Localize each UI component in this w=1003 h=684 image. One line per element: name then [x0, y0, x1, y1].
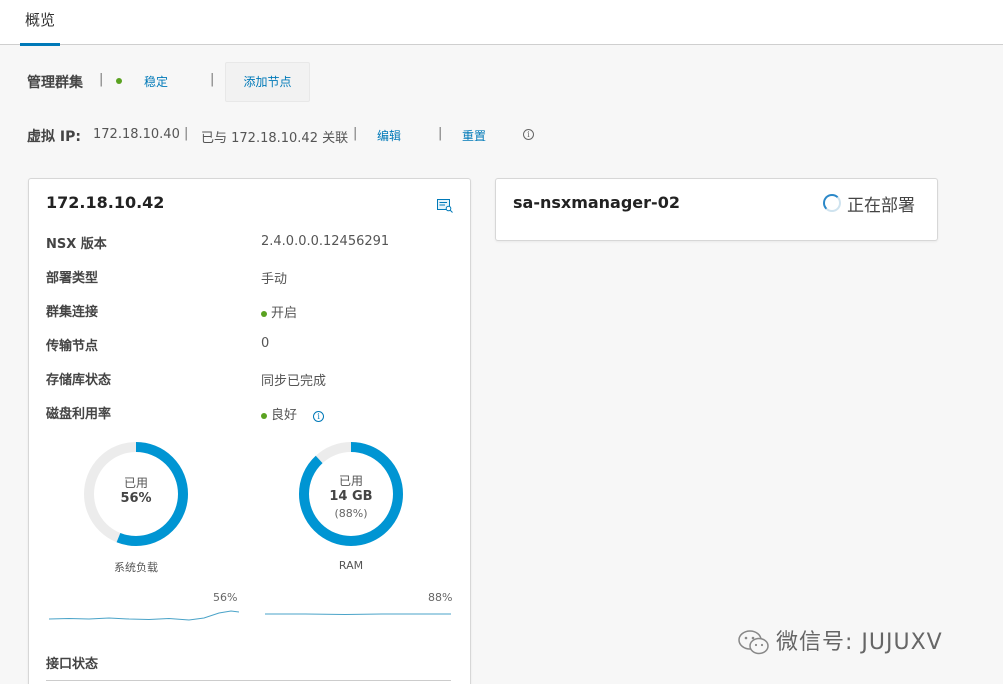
deploying-node-title: sa-nsxmanager-02	[513, 193, 680, 212]
cluster-status-link[interactable]: 稳定	[144, 73, 168, 90]
prop-label-disk-usage: 磁盘利用率	[46, 407, 112, 422]
add-node-button[interactable]: 添加节点	[225, 62, 310, 102]
edit-link[interactable]: 编辑	[377, 127, 401, 144]
prop-label-cluster-connection: 群集连接	[46, 305, 99, 320]
system-load-percent: 56%	[120, 491, 152, 506]
separator: |	[210, 72, 215, 87]
divider	[46, 680, 451, 681]
prop-value-transport-nodes: 0	[261, 336, 270, 351]
virtual-ip-label: 虚拟 IP:	[27, 129, 81, 145]
virtual-ip-value: 172.18.10.40	[93, 127, 180, 142]
system-load-caption: 系统负载	[114, 561, 158, 574]
node-card-title: 172.18.10.42	[46, 193, 165, 212]
prop-label-transport-nodes: 传输节点	[46, 339, 99, 354]
separator: |	[353, 126, 358, 141]
info-icon[interactable]: i	[523, 129, 534, 140]
wechat-icon	[738, 630, 769, 655]
status-dot-icon	[261, 310, 267, 317]
separator: |	[184, 126, 189, 141]
prop-value-deploy-type: 手动	[261, 272, 288, 287]
status-dot-icon	[116, 78, 122, 84]
separator: |	[99, 72, 104, 87]
node-details-icon[interactable]	[437, 199, 453, 213]
system-load-used-label: 已用	[123, 476, 148, 490]
node-card: 172.18.10.42 NSX 版本 2.4.0.0.0.12456291 部…	[28, 178, 471, 684]
watermark: 微信号: JUJUXV	[738, 624, 943, 657]
prop-value-cluster-connection: 开启	[261, 302, 297, 321]
status-dot-icon	[261, 412, 267, 419]
loading-spinner-icon	[823, 194, 841, 212]
tab-overview[interactable]: 概览	[20, 0, 60, 46]
prop-label-repo-status: 存储库状态	[46, 373, 112, 388]
system-load-sparkline	[49, 610, 239, 621]
ram-donut: 已用 14 GB (88%)	[296, 439, 406, 549]
separator: |	[438, 126, 443, 141]
prop-value-nsx-version: 2.4.0.0.0.12456291	[261, 234, 390, 249]
interface-status-label: 接口状态	[46, 657, 99, 672]
ram-percent: (88%)	[334, 507, 368, 520]
ram-caption: RAM	[338, 559, 364, 572]
management-cluster-label: 管理群集	[27, 75, 83, 91]
prop-label-nsx-version: NSX 版本	[46, 237, 107, 252]
virtual-ip-associated: 已与 172.18.10.42 关联	[201, 131, 349, 146]
prop-value-disk-usage: 良好 i	[261, 404, 325, 423]
top-bar: 概览	[0, 0, 1003, 46]
ram-used-label: 已用	[338, 474, 363, 488]
ram-spark-label: 88%	[428, 591, 453, 604]
reset-link[interactable]: 重置	[462, 127, 486, 144]
prop-label-deploy-type: 部署类型	[46, 271, 99, 286]
ram-sparkline	[265, 613, 451, 616]
prop-value-repo-status: 同步已完成	[261, 374, 327, 389]
deploying-status: 正在部署	[847, 196, 915, 216]
system-load-donut: 已用 56%	[81, 439, 191, 549]
system-load-spark-label: 56%	[213, 591, 238, 604]
ram-amount: 14 GB	[329, 489, 373, 504]
info-icon[interactable]: i	[313, 411, 325, 422]
